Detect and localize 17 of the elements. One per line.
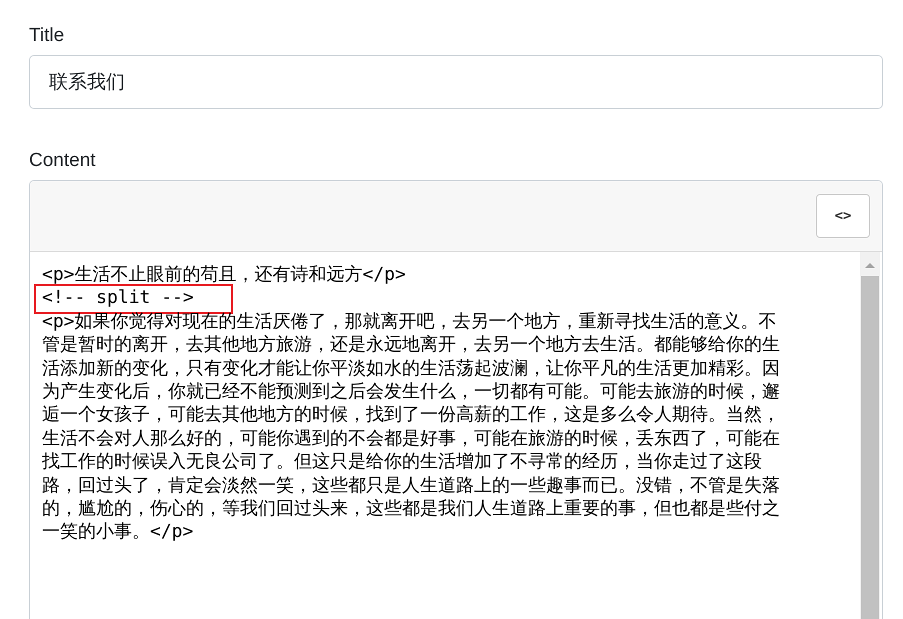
code-view-button[interactable]: <> (816, 194, 870, 238)
code-line: 生活不会对人那么好的，可能你遇到的不会都是好事，可能在旅游的时候，丢东西了，可能在 (42, 426, 780, 450)
field-label: Content (29, 149, 96, 173)
code-line: 找工作的时候误入无良公司了。但这只是给你的生活增加了不寻常的经历，当你走过了这段 (42, 450, 762, 474)
code-line: 一笑的小事。</p> (42, 520, 194, 544)
code-line: 逅一个女孩子，可能去其他地方的时候，找到了一份高薪的工作，这是多么令人期待。当然， (42, 403, 780, 427)
code-line: 为产生变化后，你就已经不能预测到之后会发生什么，一切都有可能。可能去旅游的时候，邂 (42, 380, 780, 404)
code-line: 活添加新的变化，只有变化才能让你平淡如水的生活荡起波澜，让你平凡的生活更加精彩。因 (42, 356, 780, 380)
code-line: 管是暂时的离开，去其他地方旅游，还是永远地离开，去另一个地方去生活。都能够给你的生 (42, 333, 780, 357)
code-line: <p>生活不止眼前的苟且，还有诗和远方</p> (42, 263, 406, 286)
field-label: Title (29, 24, 64, 48)
scrollbar-thumb[interactable] (861, 276, 879, 619)
title-input-field[interactable]: 联系我们 (29, 55, 883, 109)
code-line: <p>如果你觉得对现在的生活厌倦了，那就离开吧，去另一个地方，重新寻找生活的意义。不 (42, 310, 777, 334)
code-line: 路，回过头了，肯定会淡然一笑，这些都只是人生道路上的一些趣事而已。没错，不管是失落 (42, 474, 780, 497)
code-line: <!-- split --> (42, 286, 194, 310)
code-line: 的，尴尬的，伤心的，等我们回过头来，这些都是我们人生道路上重要的事，但也都是些付之 (42, 496, 780, 520)
